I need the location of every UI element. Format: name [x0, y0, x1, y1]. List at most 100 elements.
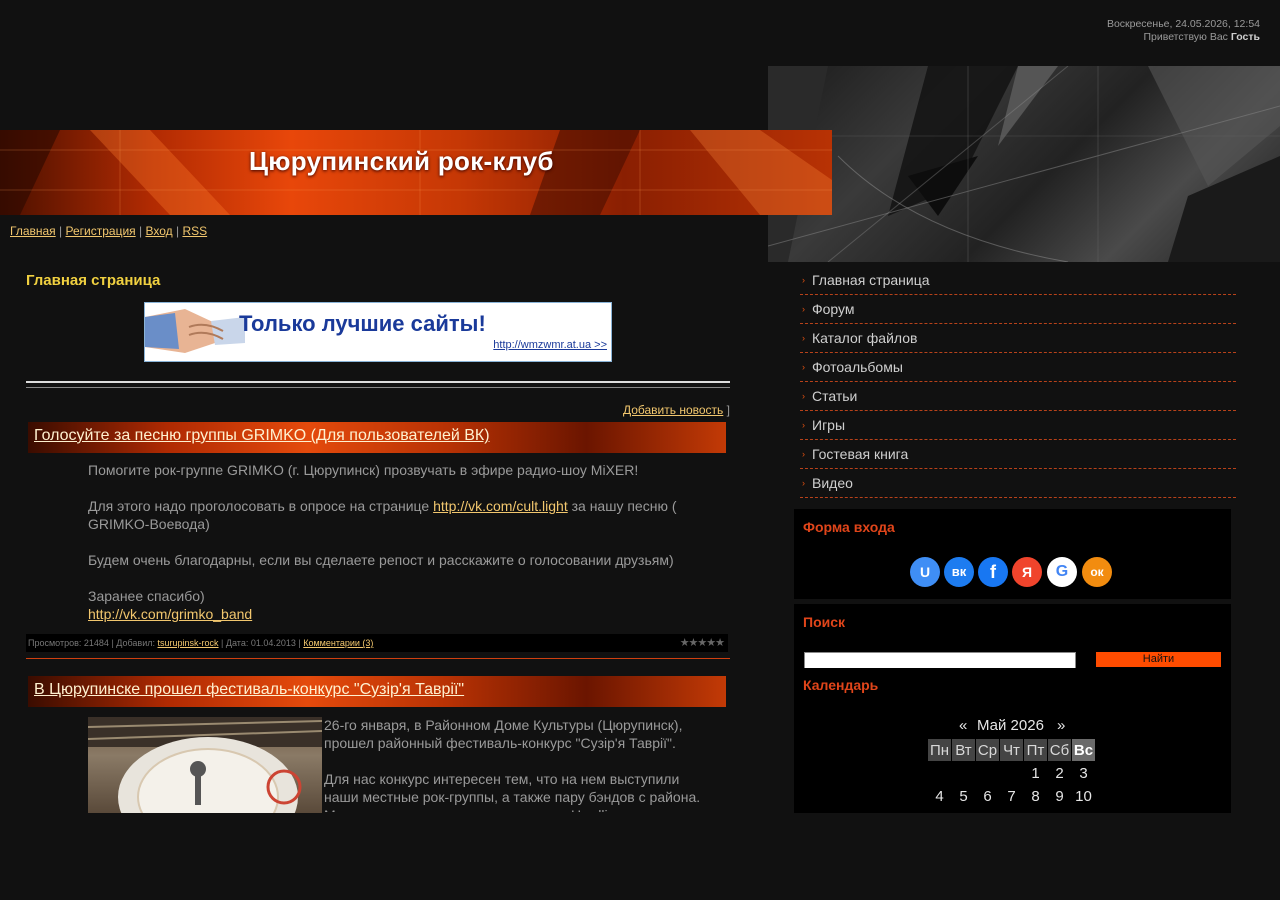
menu-item-forum[interactable]: › Форум: [800, 295, 1236, 324]
greeting-text: Приветствую Вас: [1143, 31, 1228, 43]
calendar-day[interactable]: 9: [1048, 785, 1071, 807]
bullet-icon: ›: [802, 391, 805, 401]
post-text: Заранее спасибо): [88, 588, 205, 604]
menu-item-games[interactable]: › Игры: [800, 411, 1236, 440]
calendar-day[interactable]: 4: [928, 785, 951, 807]
post-link[interactable]: http://vk.com/grimko_band: [88, 606, 252, 622]
calendar-day: [952, 762, 975, 784]
weekday: Чт: [1000, 739, 1023, 761]
calendar-day: [928, 762, 951, 784]
bullet-icon: ›: [802, 362, 805, 372]
header-image: [768, 66, 1280, 262]
menu-item-label: Видео: [812, 475, 853, 491]
ad-text: Только лучшие сайты!: [239, 311, 486, 336]
calendar-day[interactable]: 5: [952, 785, 975, 807]
calendar-day[interactable]: 10: [1072, 785, 1095, 807]
date-label: Дата:: [225, 638, 249, 648]
post-paragraph: Заранее спасибо) http://vk.com/grimko_ban…: [88, 587, 720, 623]
google-icon[interactable]: G: [1047, 557, 1077, 587]
main-content: Главная страница Только лучшие сайты! ht…: [26, 262, 730, 813]
bullet-icon: ›: [802, 449, 805, 459]
facebook-icon[interactable]: f: [978, 557, 1008, 587]
calendar-week: 1 2 3: [928, 762, 1095, 784]
calendar-block: Календарь « Май 2026 » Пн Вт Ср Чт Пт Сб…: [794, 668, 1231, 813]
post-image[interactable]: [88, 717, 322, 813]
post-title-link[interactable]: Голосуйте за песню группы GRIMKO (Для по…: [34, 427, 490, 445]
greeting: Приветствую Вас Гость: [1107, 31, 1260, 44]
weekday: Пн: [928, 739, 951, 761]
calendar-day[interactable]: 7: [1000, 785, 1023, 807]
menu-item-guestbook[interactable]: › Гостевая книга: [800, 440, 1236, 469]
social-login: U вк f Я G ок: [910, 557, 1140, 589]
nav-separator: |: [139, 224, 143, 238]
search-button[interactable]: Найти: [1096, 652, 1221, 667]
weekday: Вт: [952, 739, 975, 761]
calendar-day: [976, 762, 999, 784]
search-block: Поиск Найти: [794, 604, 1231, 669]
post-paragraph: Будем очень благодарны, если вы сделаете…: [88, 552, 674, 568]
author-link[interactable]: tsurupinsk-rock: [158, 638, 219, 648]
calendar-month: Май 2026: [977, 717, 1044, 734]
calendar-prev-button[interactable]: «: [959, 717, 967, 734]
bullet-icon: ›: [802, 420, 805, 430]
menu-item-label: Игры: [812, 417, 846, 433]
search-input[interactable]: [804, 652, 1076, 669]
post-text: Для этого надо проголосовать в опросе на…: [88, 498, 430, 514]
menu-item-articles[interactable]: › Статьи: [800, 382, 1236, 411]
calendar-day[interactable]: 8: [1024, 785, 1047, 807]
vk-icon[interactable]: вк: [944, 557, 974, 587]
menu-item-photos[interactable]: › Фотоальбомы: [800, 353, 1236, 382]
nav-separator: |: [175, 224, 180, 238]
nav-login-link[interactable]: Вход: [145, 224, 172, 238]
add-news: Добавить новость ]: [623, 403, 730, 417]
user-name: Гость: [1230, 31, 1260, 43]
calendar-weekdays: Пн Вт Ср Чт Пт Сб Вс: [928, 739, 1095, 761]
calendar-grid: Пн Вт Ср Чт Пт Сб Вс 1 2 3 4 5 6 7 8 9 1…: [927, 738, 1096, 808]
weekday: Ср: [976, 739, 999, 761]
post-paragraph: Помогите рок-группе GRIMKO (г. Цюрупинск…: [88, 462, 639, 478]
nav-rss-link[interactable]: RSS: [182, 224, 207, 238]
post-body: Помогите рок-группе GRIMKO (г. Цюрупинск…: [88, 461, 720, 641]
top-info: Воскресенье, 24.05.2026, 12:54 Приветств…: [1107, 18, 1260, 44]
calendar-day[interactable]: 1: [1024, 762, 1047, 784]
add-news-link[interactable]: Добавить новость: [623, 403, 723, 417]
calendar-title: Календарь: [803, 677, 879, 693]
rating-stars[interactable]: ★★★★★: [680, 637, 725, 649]
menu-item-label: Каталог файлов: [812, 330, 918, 346]
top-navigation: Главная | Регистрация | Вход | RSS: [10, 224, 207, 238]
current-date: Воскресенье, 24.05.2026, 12:54: [1106, 18, 1260, 30]
menu-item-label: Статьи: [812, 388, 858, 404]
post-paragraph: Для этого надо проголосовать в опросе на…: [88, 497, 720, 533]
calendar-day[interactable]: 6: [976, 785, 999, 807]
nav-register-link[interactable]: Регистрация: [66, 224, 136, 238]
post-title-bar: В Цюрупинске прошел фестиваль-конкурс "С…: [28, 676, 726, 707]
menu-item-video[interactable]: › Видео: [800, 469, 1236, 498]
calendar-week: 4 5 6 7 8 9 10: [928, 785, 1095, 807]
post-date: 01.04.2013: [250, 638, 296, 648]
ucoz-icon[interactable]: U: [910, 557, 940, 587]
calendar-next-button[interactable]: »: [1057, 717, 1065, 734]
comments-link[interactable]: Комментарии (3): [303, 638, 373, 648]
calendar-day[interactable]: 2: [1048, 762, 1071, 784]
menu-item-files[interactable]: › Каталог файлов: [800, 324, 1236, 353]
views-label: Просмотров:: [28, 638, 82, 648]
ad-link[interactable]: http://wmzwmr.at.ua >>: [493, 339, 607, 351]
odnoklassniki-icon[interactable]: ок: [1082, 557, 1112, 587]
calendar-day[interactable]: 3: [1072, 762, 1095, 784]
menu-item-label: Гостевая книга: [812, 446, 909, 462]
post-paragraph: Для нас конкурс интересен тем, что на не…: [324, 771, 701, 812]
post-link[interactable]: http://vk.com/cult.light: [433, 498, 568, 514]
site-title[interactable]: Цюрупинский рок-клуб: [249, 146, 554, 177]
bullet-icon: ›: [802, 275, 805, 285]
nav-home-link[interactable]: Главная: [10, 224, 56, 238]
handshake-icon: [145, 309, 245, 353]
calendar-header: « Май 2026 »: [794, 717, 1280, 737]
ad-banner[interactable]: Только лучшие сайты! http://wmzwmr.at.ua…: [144, 302, 612, 362]
menu-item-home[interactable]: › Главная страница: [800, 266, 1236, 295]
post-meta: Просмотров: 21484 | Добавил: tsurupinsk-…: [26, 634, 728, 652]
divider: [26, 381, 730, 388]
post-title-link[interactable]: В Цюрупинске прошел фестиваль-конкурс "С…: [34, 681, 464, 699]
weekday: Сб: [1048, 739, 1071, 761]
menu-item-label: Фотоальбомы: [812, 359, 903, 375]
yandex-icon[interactable]: Я: [1012, 557, 1042, 587]
